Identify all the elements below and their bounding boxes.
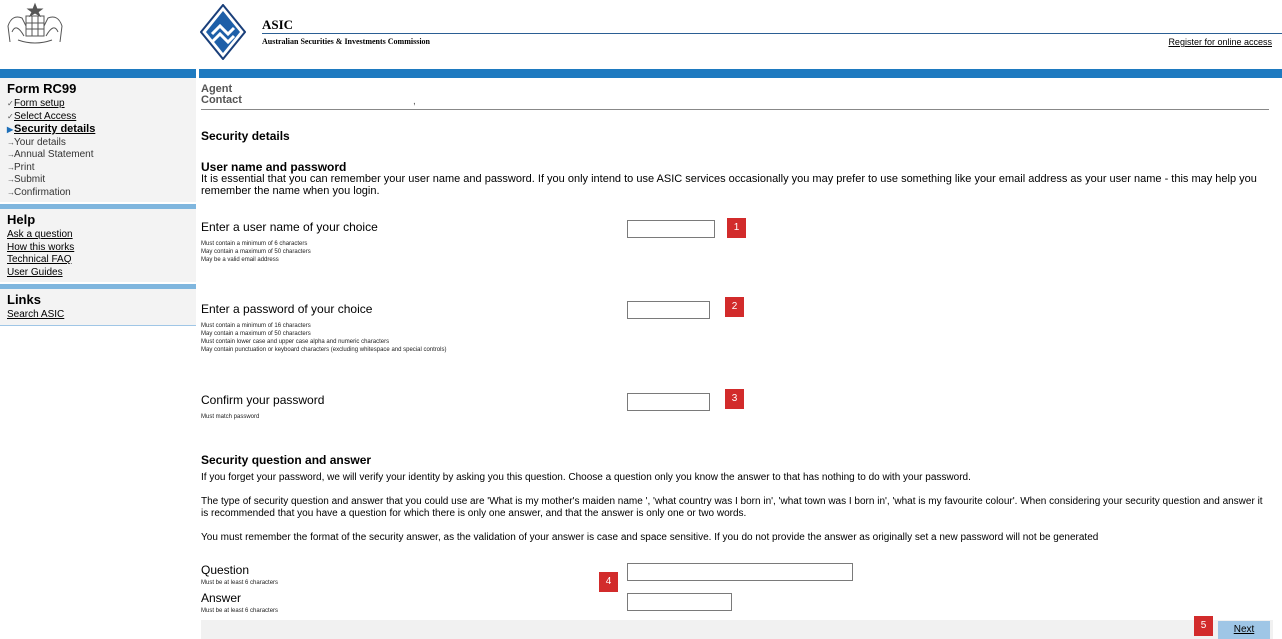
step-badge-2: 2	[725, 297, 744, 317]
asic-subtitle: Australian Securities & Investments Comm…	[262, 37, 430, 46]
links-section: Links Search ASIC	[0, 289, 196, 325]
question-input[interactable]	[627, 563, 853, 581]
step-your-details: →Your details	[7, 136, 66, 148]
security-para-2: The type of security question and answer…	[201, 496, 1263, 519]
form-steps-section: Form RC99 ✓Form setup ✓Select Access ▶Se…	[0, 78, 196, 202]
password-label: Enter a password of your choice	[201, 302, 373, 316]
current-arrow-icon: ▶	[7, 125, 14, 134]
help-link-ask-question[interactable]: Ask a question	[7, 229, 73, 240]
answer-label: Answer	[201, 591, 242, 605]
form-title: Form RC99	[7, 81, 77, 96]
sidebar-divider	[0, 202, 196, 209]
asic-title: ASIC	[262, 17, 294, 32]
header-blue-bar	[0, 69, 1282, 78]
step-badge-1: 1	[727, 218, 746, 238]
step-select-access[interactable]: ✓Select Access	[7, 111, 196, 124]
sidebar-divider	[0, 282, 196, 289]
check-icon: ✓	[7, 99, 14, 108]
coat-of-arms-icon	[7, 2, 63, 44]
step-confirmation: →Confirmation	[7, 186, 71, 198]
header-divider	[262, 33, 1282, 34]
arrow-right-icon: →	[7, 162, 15, 172]
security-question-heading: Security question and answer	[201, 453, 372, 467]
answer-input[interactable]	[627, 593, 732, 611]
main-content: Agent Contact , Security details User na…	[201, 78, 1273, 639]
answer-help: Must be at least 6 characters	[201, 608, 279, 614]
step-link[interactable]: Form setup	[14, 98, 65, 109]
step-badge-3: 3	[725, 389, 744, 409]
action-bar	[201, 620, 1273, 639]
page-title: Security details	[201, 129, 290, 143]
help-link-how-this-works[interactable]: How this works	[7, 242, 74, 253]
username-input[interactable]	[627, 220, 715, 238]
step-annual-statement: →Annual Statement	[7, 149, 94, 160]
help-link-user-guides[interactable]: User Guides	[7, 267, 63, 278]
sidebar: Form RC99 ✓Form setup ✓Select Access ▶Se…	[0, 78, 196, 326]
user-password-intro: It is essential that you can remember yo…	[201, 173, 1257, 197]
arrow-right-icon: →	[7, 137, 15, 147]
arrow-right-icon: →	[7, 150, 15, 159]
step-badge-5: 5	[1194, 616, 1213, 636]
agent-contact-block: Agent Contact	[201, 84, 242, 106]
help-section: Help Ask a question How this works Techn…	[0, 209, 196, 282]
step-link[interactable]: Select Access	[14, 111, 76, 122]
help-title: Help	[7, 212, 36, 227]
sidebar-bottom-rule	[0, 324, 196, 326]
question-label: Question	[201, 563, 250, 577]
username-label: Enter a user name of your choice	[201, 220, 378, 234]
help-link-technical-faq[interactable]: Technical FAQ	[7, 254, 71, 265]
check-icon: ✓	[7, 111, 14, 121]
asic-logo-icon	[200, 4, 246, 60]
confirm-password-help: Must match password	[201, 414, 260, 420]
confirm-password-input[interactable]	[627, 393, 710, 411]
confirm-password-label: Confirm your password	[201, 393, 325, 407]
password-help: Must contain a minimum of 16 characters …	[201, 323, 447, 353]
contact-label: Contact	[201, 94, 242, 106]
password-input[interactable]	[627, 301, 710, 319]
arrow-right-icon: →	[7, 175, 15, 184]
step-link[interactable]: Security details	[14, 123, 95, 135]
step-print: →Print	[7, 161, 35, 173]
question-help: Must be at least 6 characters	[201, 580, 279, 586]
step-form-setup[interactable]: ✓Form setup	[7, 98, 196, 111]
contact-value: ,	[413, 96, 416, 107]
next-button[interactable]: Next	[1218, 621, 1270, 639]
step-security-details[interactable]: ▶Security details	[7, 123, 196, 137]
step-badge-4: 4	[599, 572, 618, 592]
link-search-asic[interactable]: Search ASIC	[7, 309, 64, 320]
register-link[interactable]: Register for online access	[1168, 37, 1272, 47]
security-para-1: If you forget your password, we will ver…	[201, 472, 971, 483]
username-help: Must contain a minimum of 6 characters M…	[201, 241, 311, 263]
security-para-3: You must remember the format of the secu…	[201, 532, 1099, 543]
content-divider	[201, 109, 1269, 110]
arrow-right-icon: →	[7, 187, 15, 197]
page-header: ASIC Australian Securities & Investments…	[0, 0, 1282, 69]
user-password-heading: User name and password	[201, 160, 347, 174]
step-submit: →Submit	[7, 174, 46, 185]
links-title: Links	[7, 292, 41, 307]
